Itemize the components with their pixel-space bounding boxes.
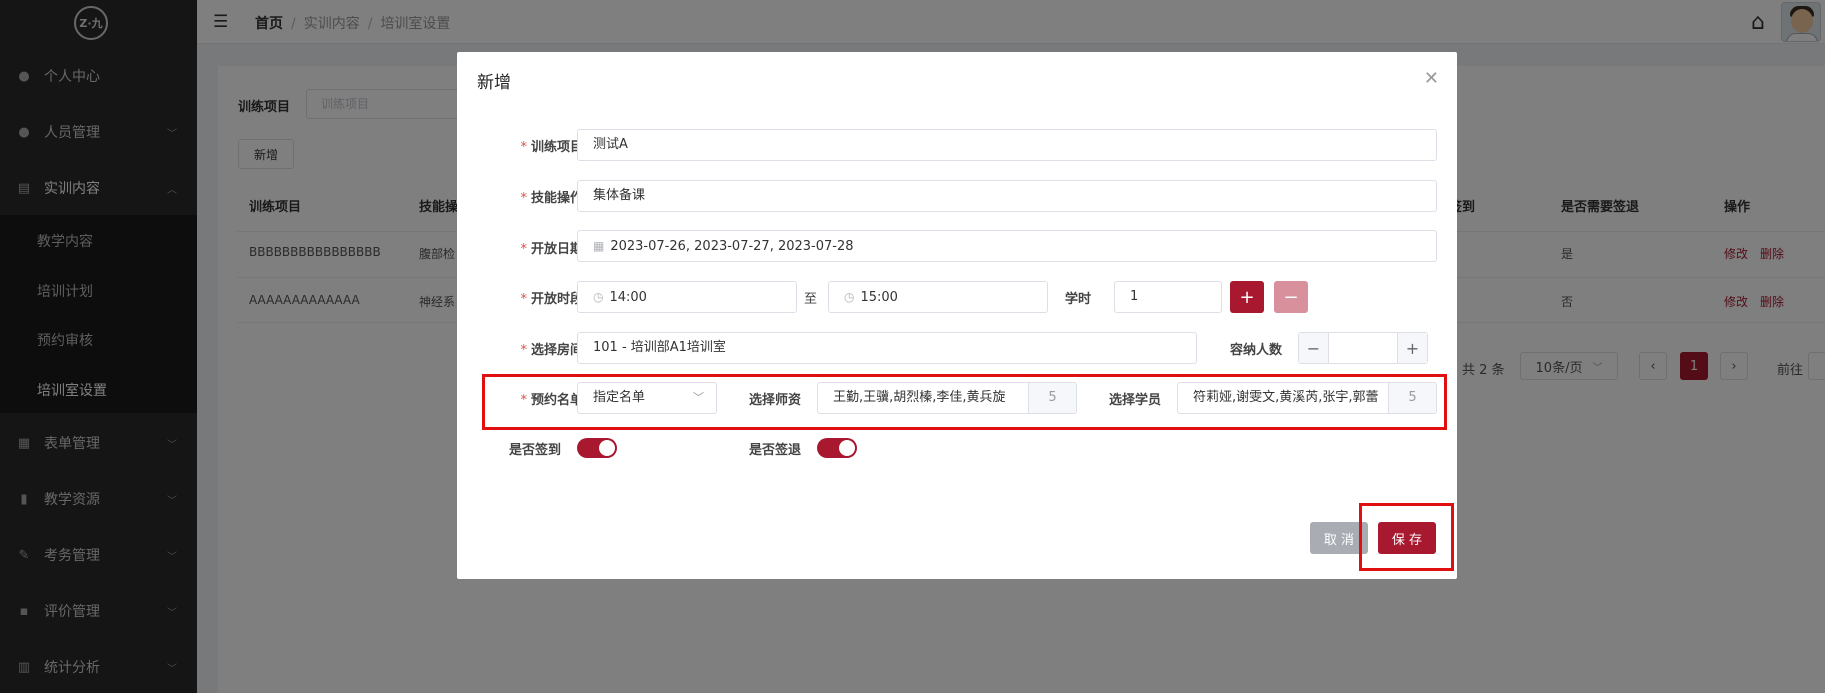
start-time-input[interactable]: ◷ 14:00 xyxy=(577,281,797,313)
field-label: * 技能操作 xyxy=(520,191,583,206)
decrement-button[interactable]: − xyxy=(1299,333,1329,363)
skill-input[interactable]: 集体备课 xyxy=(577,180,1437,212)
field-label: * 选择房间 xyxy=(520,343,583,358)
signin-toggle[interactable] xyxy=(577,438,617,458)
start-time-value: 14:00 xyxy=(609,290,647,305)
signout-toggle[interactable] xyxy=(817,438,857,458)
signout-label: 是否签退 xyxy=(749,443,802,458)
add-dialog: 新增 ✕ * 训练项目 测试A * 技能操作 集体备课 * 开放日期 ▦ 2023-07… xyxy=(457,52,1457,579)
time-separator: 至 xyxy=(804,292,818,307)
clock-icon: ◷ xyxy=(593,290,604,304)
hours-input[interactable]: 1 xyxy=(1114,281,1222,313)
room-select[interactable]: 101 - 培训部A1培训室 xyxy=(577,332,1197,364)
field-label: * 训练项目 xyxy=(520,140,583,155)
close-icon[interactable]: ✕ xyxy=(1424,70,1439,88)
plus-icon: + xyxy=(1239,286,1255,308)
signin-label: 是否签到 xyxy=(509,443,562,458)
highlight-box xyxy=(1359,503,1454,571)
add-period-button[interactable]: + xyxy=(1230,281,1264,313)
highlight-box xyxy=(482,374,1447,430)
date-value: 2023-07-26, 2023-07-27, 2023-07-28 xyxy=(610,239,854,254)
hours-label: 学时 xyxy=(1065,292,1092,307)
remove-period-button[interactable]: − xyxy=(1274,281,1308,313)
field-label: * 开放日期 xyxy=(520,242,583,257)
clock-icon: ◷ xyxy=(844,290,855,304)
end-time-input[interactable]: ◷ 15:00 xyxy=(828,281,1048,313)
project-input[interactable]: 测试A xyxy=(577,129,1437,161)
date-picker[interactable]: ▦ 2023-07-26, 2023-07-27, 2023-07-28 xyxy=(577,230,1437,262)
end-time-value: 15:00 xyxy=(860,290,898,305)
dialog-title: 新增 xyxy=(477,73,511,93)
increment-button[interactable]: + xyxy=(1397,333,1427,363)
calendar-icon: ▦ xyxy=(593,239,605,253)
capacity-label: 容纳人数 xyxy=(1230,343,1283,358)
field-label: * 开放时段 xyxy=(520,292,583,307)
minus-icon: − xyxy=(1283,286,1299,308)
capacity-stepper[interactable]: − + xyxy=(1298,332,1428,364)
